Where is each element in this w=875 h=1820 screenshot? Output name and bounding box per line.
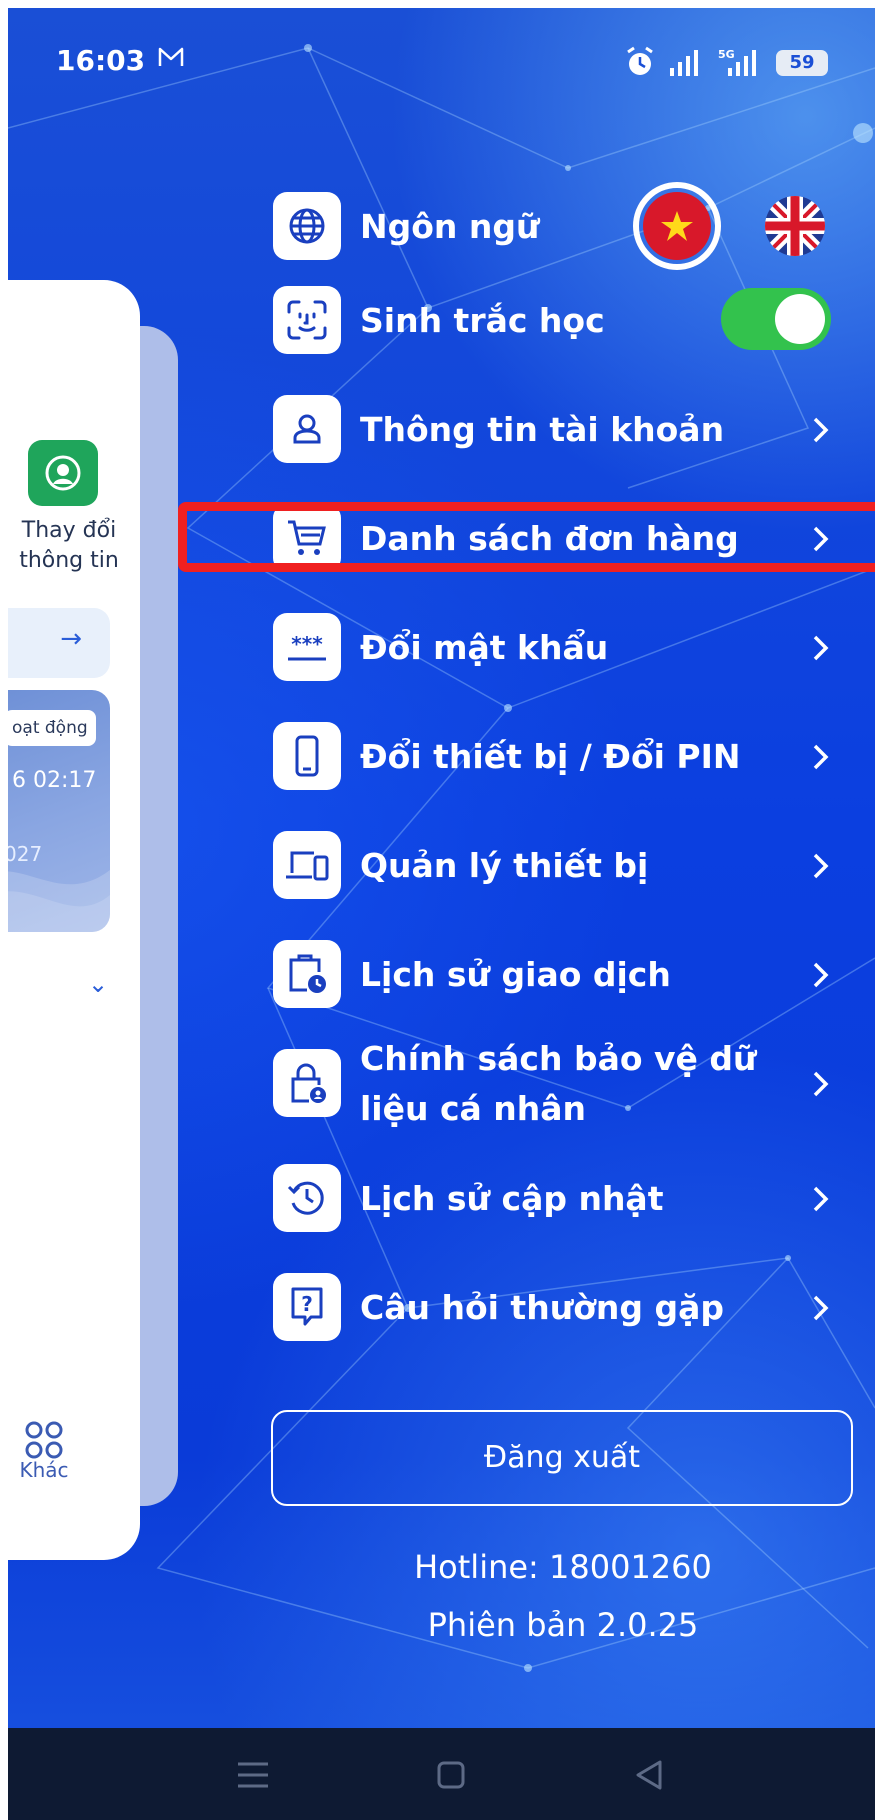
change-info-label[interactable]: Thay đổi thông tin	[8, 516, 130, 576]
menu-item-label: Đổi thiết bị / Đổi PIN	[360, 737, 741, 776]
uk-flag-button[interactable]	[765, 196, 825, 256]
phone-icon	[273, 722, 341, 790]
privacy-lock-icon	[273, 1049, 341, 1117]
menu-item-label: Chính sách bảo vệ dữ liệu cá nhân	[360, 1039, 757, 1128]
svg-text:***: ***	[291, 632, 323, 656]
home-icon[interactable]	[426, 1750, 476, 1800]
face-id-icon	[273, 286, 341, 354]
menu-item-label: Đổi mật khẩu	[360, 628, 609, 667]
globe-icon	[273, 192, 341, 260]
user-icon	[273, 395, 341, 463]
menu-item-transaction-history[interactable]: Lịch sử giao dịch	[263, 940, 863, 1010]
home-panel-preview[interactable]: Thay đổi thông tin → oạt động 6 02:17 02…	[8, 280, 140, 1560]
signal-icon	[670, 50, 698, 76]
user-circle-icon	[45, 455, 81, 491]
vietnamese-flag-button[interactable]	[633, 182, 721, 270]
status-time: 16:03	[56, 44, 146, 77]
grid-icon[interactable]	[20, 1420, 68, 1460]
account-card[interactable]: oạt động 6 02:17 027	[8, 690, 110, 932]
version-text: Phiên bản 2.0.25	[427, 1606, 699, 1644]
faq-icon: ?	[273, 1273, 341, 1341]
menu-icon[interactable]	[228, 1750, 278, 1800]
chevron-right-icon	[813, 1295, 829, 1321]
chevron-right-icon	[813, 853, 829, 879]
card-expiry: 027	[8, 842, 43, 866]
menu-item-change-password[interactable]: *** Đổi mật khẩu	[263, 613, 863, 683]
highlight-box	[178, 502, 875, 572]
chevron-right-icon	[813, 635, 829, 661]
alarm-icon	[627, 46, 653, 75]
menu-item-change-device-pin[interactable]: Đổi thiết bị / Đổi PIN	[263, 722, 863, 792]
app-screen: 16:03 5G 59 Thay đổi thông tin → oạt độn…	[8, 8, 875, 1820]
logout-button[interactable]: Đăng xuất	[271, 1410, 853, 1506]
change-info-icon[interactable]	[28, 440, 98, 506]
card-time: 6 02:17	[12, 768, 97, 793]
back-icon[interactable]	[624, 1750, 674, 1800]
menu-item-label: Thông tin tài khoản	[360, 410, 725, 449]
menu-item-label: Quản lý thiết bị	[360, 846, 649, 885]
svg-text:?: ?	[301, 1292, 313, 1316]
menu-item-label: Câu hỏi thường gặp	[360, 1288, 724, 1327]
arrow-button[interactable]: →	[8, 608, 110, 678]
language-label: Ngôn ngữ	[360, 207, 540, 246]
devices-icon	[273, 831, 341, 899]
chevron-right-icon	[813, 417, 829, 443]
other-label[interactable]: Khác	[8, 1458, 80, 1482]
chevron-right-icon	[813, 962, 829, 988]
chevron-right-icon	[813, 1071, 829, 1097]
activity-badge: oạt động	[8, 710, 96, 746]
menu-item-faq[interactable]: ? Câu hỏi thường gặp	[263, 1273, 863, 1343]
menu-item-privacy-policy[interactable]: Chính sách bảo vệ dữ liệu cá nhân	[263, 1039, 863, 1128]
toggle-knob	[775, 294, 825, 344]
battery-icon: 59	[776, 50, 828, 76]
menu-item-account-info[interactable]: Thông tin tài khoản	[263, 395, 863, 465]
biometrics-toggle[interactable]	[721, 288, 831, 350]
status-icons: 5G	[627, 46, 756, 76]
chevron-down-icon[interactable]: ⌄	[88, 970, 108, 998]
menu-item-label: Lịch sử cập nhật	[360, 1179, 664, 1218]
vietnam-flag-icon	[643, 192, 711, 260]
arrow-right-icon: →	[60, 624, 82, 654]
menu-item-device-management[interactable]: Quản lý thiết bị	[263, 831, 863, 901]
mail-icon	[158, 47, 184, 66]
chevron-right-icon	[813, 1186, 829, 1212]
svg-text:5G: 5G	[718, 48, 735, 61]
menu-item-label: Lịch sử giao dịch	[360, 955, 671, 994]
update-history-icon	[273, 1164, 341, 1232]
menu-item-update-history[interactable]: Lịch sử cập nhật	[263, 1164, 863, 1234]
uk-flag-icon	[765, 196, 825, 256]
chevron-right-icon	[813, 744, 829, 770]
password-icon: ***	[273, 613, 341, 681]
hotline-text[interactable]: Hotline: 18001260	[263, 1548, 863, 1586]
biometrics-label: Sinh trắc học	[360, 301, 605, 340]
transaction-history-icon	[273, 940, 341, 1008]
system-navigation-bar	[8, 1728, 875, 1820]
